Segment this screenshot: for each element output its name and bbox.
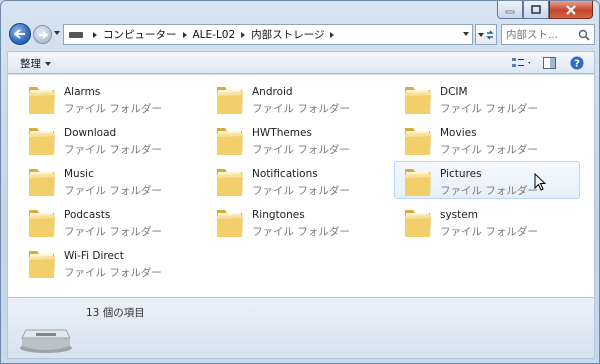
folder-icon (29, 87, 55, 114)
minimize-button[interactable] (497, 1, 523, 19)
refresh-icon (485, 30, 494, 39)
folder-name: Download (64, 127, 117, 139)
maximize-icon (531, 5, 541, 14)
folder-name: Pictures (440, 168, 482, 180)
folder-type: ファイル フォルダー (64, 185, 162, 197)
folder-item[interactable]: DCIM ファイル フォルダー (394, 79, 580, 117)
caption-buttons (497, 1, 593, 20)
folder-item[interactable]: Music ファイル フォルダー (18, 161, 204, 199)
folder-name: Notifications (252, 168, 318, 180)
mouse-cursor-icon (534, 173, 546, 191)
preview-pane-icon (542, 57, 556, 69)
close-icon (566, 4, 576, 15)
help-icon: ? (570, 56, 584, 70)
folder-name: Alarms (64, 86, 101, 98)
folder-item[interactable]: Download ファイル フォルダー (18, 120, 204, 158)
details-pane: 13 個の項目 (7, 297, 595, 359)
folder-item[interactable]: Ringtones ファイル フォルダー (206, 202, 392, 240)
folder-name: Podcasts (64, 209, 111, 221)
folder-icon (29, 251, 55, 278)
folder-item[interactable]: Android ファイル フォルダー (206, 79, 392, 117)
forward-arrow-icon (38, 30, 48, 39)
search-box[interactable] (501, 24, 595, 45)
folder-name: HWThemes (252, 127, 312, 139)
folder-item[interactable]: HWThemes ファイル フォルダー (206, 120, 392, 158)
folder-item[interactable]: Pictures ファイル フォルダー (394, 161, 580, 199)
help-button[interactable]: ? (568, 55, 586, 71)
address-dropdown-icon[interactable] (463, 32, 469, 36)
folder-name: Wi-Fi Direct (64, 250, 124, 262)
folder-type: ファイル フォルダー (252, 103, 350, 115)
preview-pane-button[interactable] (540, 55, 558, 71)
folder-icon (405, 210, 431, 237)
maximize-button[interactable] (523, 1, 549, 19)
toolbar-right-group: ? (512, 55, 586, 71)
folder-icon (29, 128, 55, 155)
folder-item[interactable]: Podcasts ファイル フォルダー (18, 202, 204, 240)
refresh-button[interactable] (475, 24, 497, 45)
breadcrumb-chevron-icon[interactable] (330, 31, 335, 38)
folder-item[interactable]: system ファイル フォルダー (394, 202, 580, 240)
navigation-bar: コンピューター ALE-L02 内部ストレージ (7, 23, 595, 47)
drive-icon (69, 31, 83, 38)
back-button[interactable] (9, 23, 31, 45)
file-list: Alarms ファイル フォルダー Android ファイル フォルダー DCIM ファイ… (7, 75, 595, 297)
folder-item[interactable]: Wi-Fi Direct ファイル フォルダー (18, 243, 204, 281)
address-bar[interactable]: コンピューター ALE-L02 内部ストレージ (63, 24, 473, 45)
folder-type: ファイル フォルダー (252, 185, 350, 197)
folder-type: ファイル フォルダー (440, 226, 538, 238)
folder-icon (405, 169, 431, 196)
folder-icon (217, 87, 243, 114)
search-input[interactable] (506, 28, 576, 41)
folder-type: ファイル フォルダー (64, 144, 162, 156)
folder-name: system (440, 209, 478, 221)
breadcrumb-chevron-icon[interactable] (93, 31, 97, 38)
svg-text:?: ? (574, 59, 580, 70)
removable-drive-icon (20, 329, 72, 353)
folder-icon (217, 210, 243, 237)
close-button[interactable] (549, 1, 593, 19)
breadcrumb-chevron-icon[interactable] (241, 31, 246, 38)
change-view-button[interactable] (512, 55, 530, 71)
search-icon[interactable] (578, 29, 590, 41)
breadcrumb-computer[interactable]: コンピューター (103, 27, 177, 42)
command-bar: 整理 ? (7, 51, 595, 74)
folder-icon (217, 128, 243, 155)
folder-icon (405, 128, 431, 155)
folder-type: ファイル フォルダー (252, 226, 350, 238)
folder-type: ファイル フォルダー (64, 226, 162, 238)
folder-type: ファイル フォルダー (440, 185, 538, 197)
organize-menu-button[interactable]: 整理 (20, 56, 51, 71)
folder-name: Ringtones (252, 209, 305, 221)
folder-name: Movies (440, 127, 477, 139)
folder-name: Music (64, 168, 94, 180)
view-options-icon (512, 58, 530, 67)
folder-name: DCIM (440, 86, 468, 98)
folder-item[interactable]: Notifications ファイル フォルダー (206, 161, 392, 199)
organize-label: 整理 (20, 58, 41, 70)
explorer-window: コンピューター ALE-L02 内部ストレージ 整理 (0, 0, 600, 364)
folder-type: ファイル フォルダー (64, 103, 162, 115)
breadcrumb-chevron-icon[interactable] (182, 31, 187, 38)
back-arrow-icon (14, 29, 25, 39)
folder-name: Android (252, 86, 293, 98)
breadcrumb-internal-storage[interactable]: 内部ストレージ (251, 27, 324, 42)
folder-type: ファイル フォルダー (440, 144, 538, 156)
folder-type: ファイル フォルダー (252, 144, 350, 156)
item-count: 13 個の項目 (86, 307, 145, 319)
folder-icon (29, 169, 55, 196)
forward-button[interactable] (33, 25, 52, 44)
folder-item[interactable]: Alarms ファイル フォルダー (18, 79, 204, 117)
chevron-down-icon (45, 61, 51, 66)
folder-type: ファイル フォルダー (64, 267, 162, 279)
folder-icon (405, 87, 431, 114)
minimize-icon (505, 10, 515, 13)
folder-item[interactable]: Movies ファイル フォルダー (394, 120, 580, 158)
dropdown-arrow-icon (477, 32, 484, 37)
folder-type: ファイル フォルダー (440, 103, 538, 115)
folder-icon (217, 169, 243, 196)
breadcrumb-device[interactable]: ALE-L02 (193, 29, 236, 41)
folder-icon (29, 210, 55, 237)
history-dropdown-icon[interactable] (54, 31, 60, 35)
